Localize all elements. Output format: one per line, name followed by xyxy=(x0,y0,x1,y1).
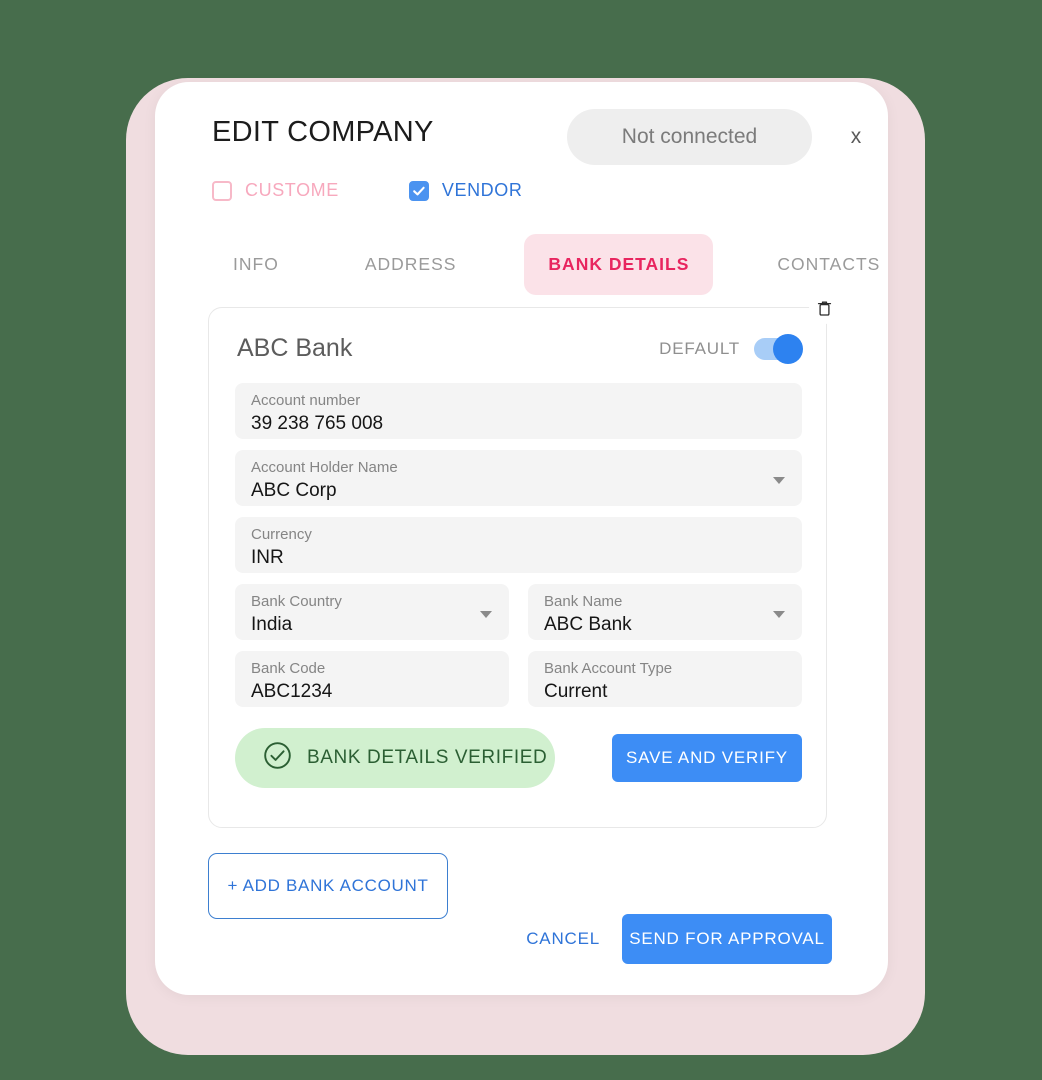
bank-account-type-label: Bank Account Type xyxy=(544,660,673,677)
bankcode-accounttype-row: Bank Code ABC1234 Bank Account Type Curr… xyxy=(235,651,802,718)
default-label: DEFAULT xyxy=(659,339,740,358)
bank-country-value: India xyxy=(251,614,293,635)
edit-company-dialog: EDIT COMPANY Not connected x CUSTOME VEN… xyxy=(155,82,888,995)
default-toggle-group: DEFAULT xyxy=(659,334,803,364)
page-title: EDIT COMPANY xyxy=(212,116,434,148)
footer-actions: CANCEL SEND FOR APPROVAL xyxy=(526,914,832,964)
cancel-button[interactable]: CANCEL xyxy=(526,929,622,949)
send-for-approval-button[interactable]: SEND FOR APPROVAL xyxy=(622,914,832,964)
account-number-field[interactable]: Account number 39 238 765 008 xyxy=(235,383,802,439)
country-bankname-row: Bank Country India Bank Name ABC Bank xyxy=(235,584,802,651)
chevron-down-icon[interactable] xyxy=(773,477,785,484)
toggle-knob xyxy=(773,334,803,364)
account-number-label: Account number xyxy=(251,392,361,409)
bank-code-label: Bank Code xyxy=(251,660,326,677)
dialog-header: EDIT COMPANY Not connected x xyxy=(155,82,888,192)
close-icon[interactable]: x xyxy=(841,122,871,152)
bank-account-type-field[interactable]: Bank Account Type Current xyxy=(528,651,802,707)
account-holder-value: ABC Corp xyxy=(251,480,337,501)
role-checkbox-customer[interactable]: CUSTOME xyxy=(212,180,339,201)
bank-name-field[interactable]: Bank Name ABC Bank xyxy=(528,584,802,640)
role-label-vendor: VENDOR xyxy=(441,180,523,200)
tab-info[interactable]: INFO xyxy=(209,234,303,295)
bank-name-label: Bank Name xyxy=(544,593,623,610)
save-and-verify-button[interactable]: SAVE AND VERIFY xyxy=(612,734,802,782)
role-checkbox-group: CUSTOME VENDOR xyxy=(212,180,523,201)
currency-field[interactable]: Currency INR xyxy=(235,517,802,573)
chevron-down-icon[interactable] xyxy=(773,611,785,618)
add-bank-account-button[interactable]: + ADD BANK ACCOUNT xyxy=(208,853,448,919)
tab-contacts[interactable]: CONTACTS xyxy=(753,234,904,295)
checked-checkbox-icon[interactable] xyxy=(408,180,429,201)
bank-account-card: ABC Bank DEFAULT Account number 39 238 7… xyxy=(208,293,840,828)
bank-card-header: ABC Bank DEFAULT xyxy=(209,308,826,390)
bank-account-type-value: Current xyxy=(544,681,608,702)
bank-code-field[interactable]: Bank Code ABC1234 xyxy=(235,651,509,707)
tab-bar: INFO ADDRESS BANK DETAILS CONTACTS xyxy=(195,234,904,295)
currency-value: INR xyxy=(251,547,284,568)
account-number-value: 39 238 765 008 xyxy=(251,413,384,434)
status-badge-verified: BANK DETAILS VERIFIED xyxy=(235,728,555,788)
bank-country-field[interactable]: Bank Country India xyxy=(235,584,509,640)
tab-bank-details[interactable]: BANK DETAILS xyxy=(524,234,714,295)
bank-details-form: Account number 39 238 765 008 Account Ho… xyxy=(235,383,802,718)
connection-status-badge: Not connected xyxy=(567,109,812,165)
currency-label: Currency xyxy=(251,526,312,543)
tab-address[interactable]: ADDRESS xyxy=(341,234,481,295)
unchecked-checkbox-icon[interactable] xyxy=(212,180,232,201)
verification-row: BANK DETAILS VERIFIED SAVE AND VERIFY xyxy=(235,728,802,788)
account-holder-field[interactable]: Account Holder Name ABC Corp xyxy=(235,450,802,506)
bank-country-label: Bank Country xyxy=(251,593,342,610)
verified-label: BANK DETAILS VERIFIED xyxy=(307,747,548,768)
account-holder-label: Account Holder Name xyxy=(251,459,398,476)
bank-card-title: ABC Bank xyxy=(237,334,353,362)
bank-code-value: ABC1234 xyxy=(251,681,333,702)
default-toggle[interactable] xyxy=(754,334,803,364)
chevron-down-icon[interactable] xyxy=(480,611,492,618)
check-circle-icon xyxy=(263,741,292,775)
bank-name-value: ABC Bank xyxy=(544,614,632,635)
role-label-customer: CUSTOME xyxy=(245,180,339,200)
role-checkbox-vendor[interactable]: VENDOR xyxy=(408,180,523,201)
